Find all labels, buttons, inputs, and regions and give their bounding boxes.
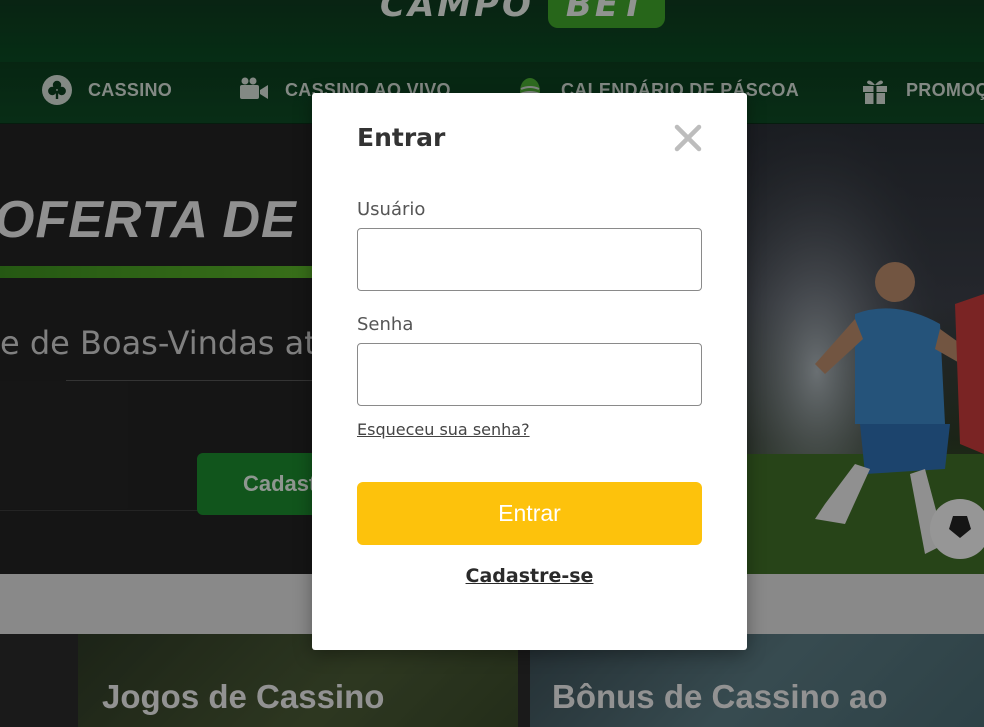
signup-link[interactable]: Cadastre-se: [312, 565, 747, 587]
password-input[interactable]: [357, 343, 702, 406]
modal-title: Entrar: [357, 123, 446, 152]
login-submit-button[interactable]: Entrar: [357, 482, 702, 545]
username-label: Usuário: [357, 199, 426, 220]
close-button[interactable]: [670, 120, 706, 156]
username-input[interactable]: [357, 228, 702, 291]
forgot-password-link[interactable]: Esqueceu sua senha?: [357, 420, 530, 439]
login-modal: Entrar Usuário Senha Esqueceu sua senha?…: [312, 93, 747, 650]
close-icon: [670, 124, 706, 160]
password-label: Senha: [357, 314, 414, 335]
